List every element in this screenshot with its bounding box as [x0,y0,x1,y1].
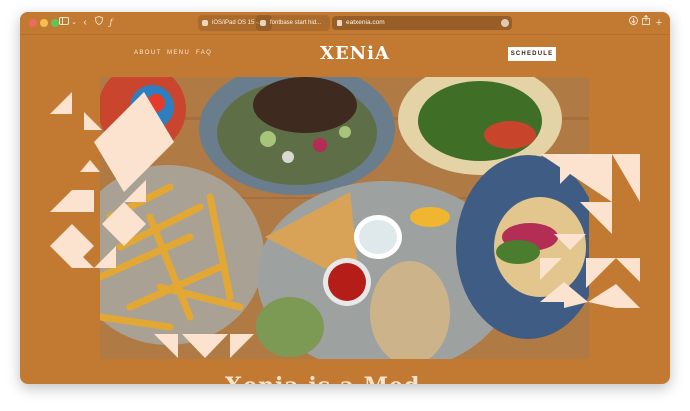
nav-menu[interactable]: MENU [167,50,190,56]
new-tab-icon[interactable]: + [654,15,664,31]
sidebar-icon[interactable] [58,15,70,31]
address-bar-url: eatxenia.com [346,19,385,26]
nav-faq[interactable]: FAQ [196,50,212,56]
shield-icon[interactable] [94,15,104,31]
tab-fontbase[interactable]: fontbase start hid... [256,15,330,31]
tab-favicon-icon [202,20,208,26]
tab-label: fontbase start hid... [270,20,322,26]
schedule-button[interactable]: SCHEDULE [508,47,556,61]
download-icon[interactable] [628,15,638,31]
hero-food-image [100,77,589,359]
script-icon[interactable]: ƒ [106,15,116,31]
minimize-window-button[interactable] [40,19,48,27]
site-favicon-icon [337,20,342,26]
tab-favicon-icon [260,20,266,26]
page-heading: Xenia is a Med [225,373,420,384]
site-logo[interactable]: XENiA [320,43,389,64]
address-bar[interactable]: eatxenia.com [332,16,512,30]
browser-window: ⌄ ‹ ƒ iOS/iPad OS 15 -... fontbase start… [20,12,670,384]
back-icon[interactable]: ‹ [79,15,91,31]
close-window-button[interactable] [29,19,37,27]
nav-about[interactable]: ABOUT [134,50,162,56]
share-icon[interactable] [641,14,651,31]
chevron-down-icon[interactable]: ⌄ [70,15,78,31]
browser-titlebar: ⌄ ‹ ƒ iOS/iPad OS 15 -... fontbase start… [20,12,670,35]
food-photo [100,77,589,359]
reader-icon[interactable] [501,19,509,27]
